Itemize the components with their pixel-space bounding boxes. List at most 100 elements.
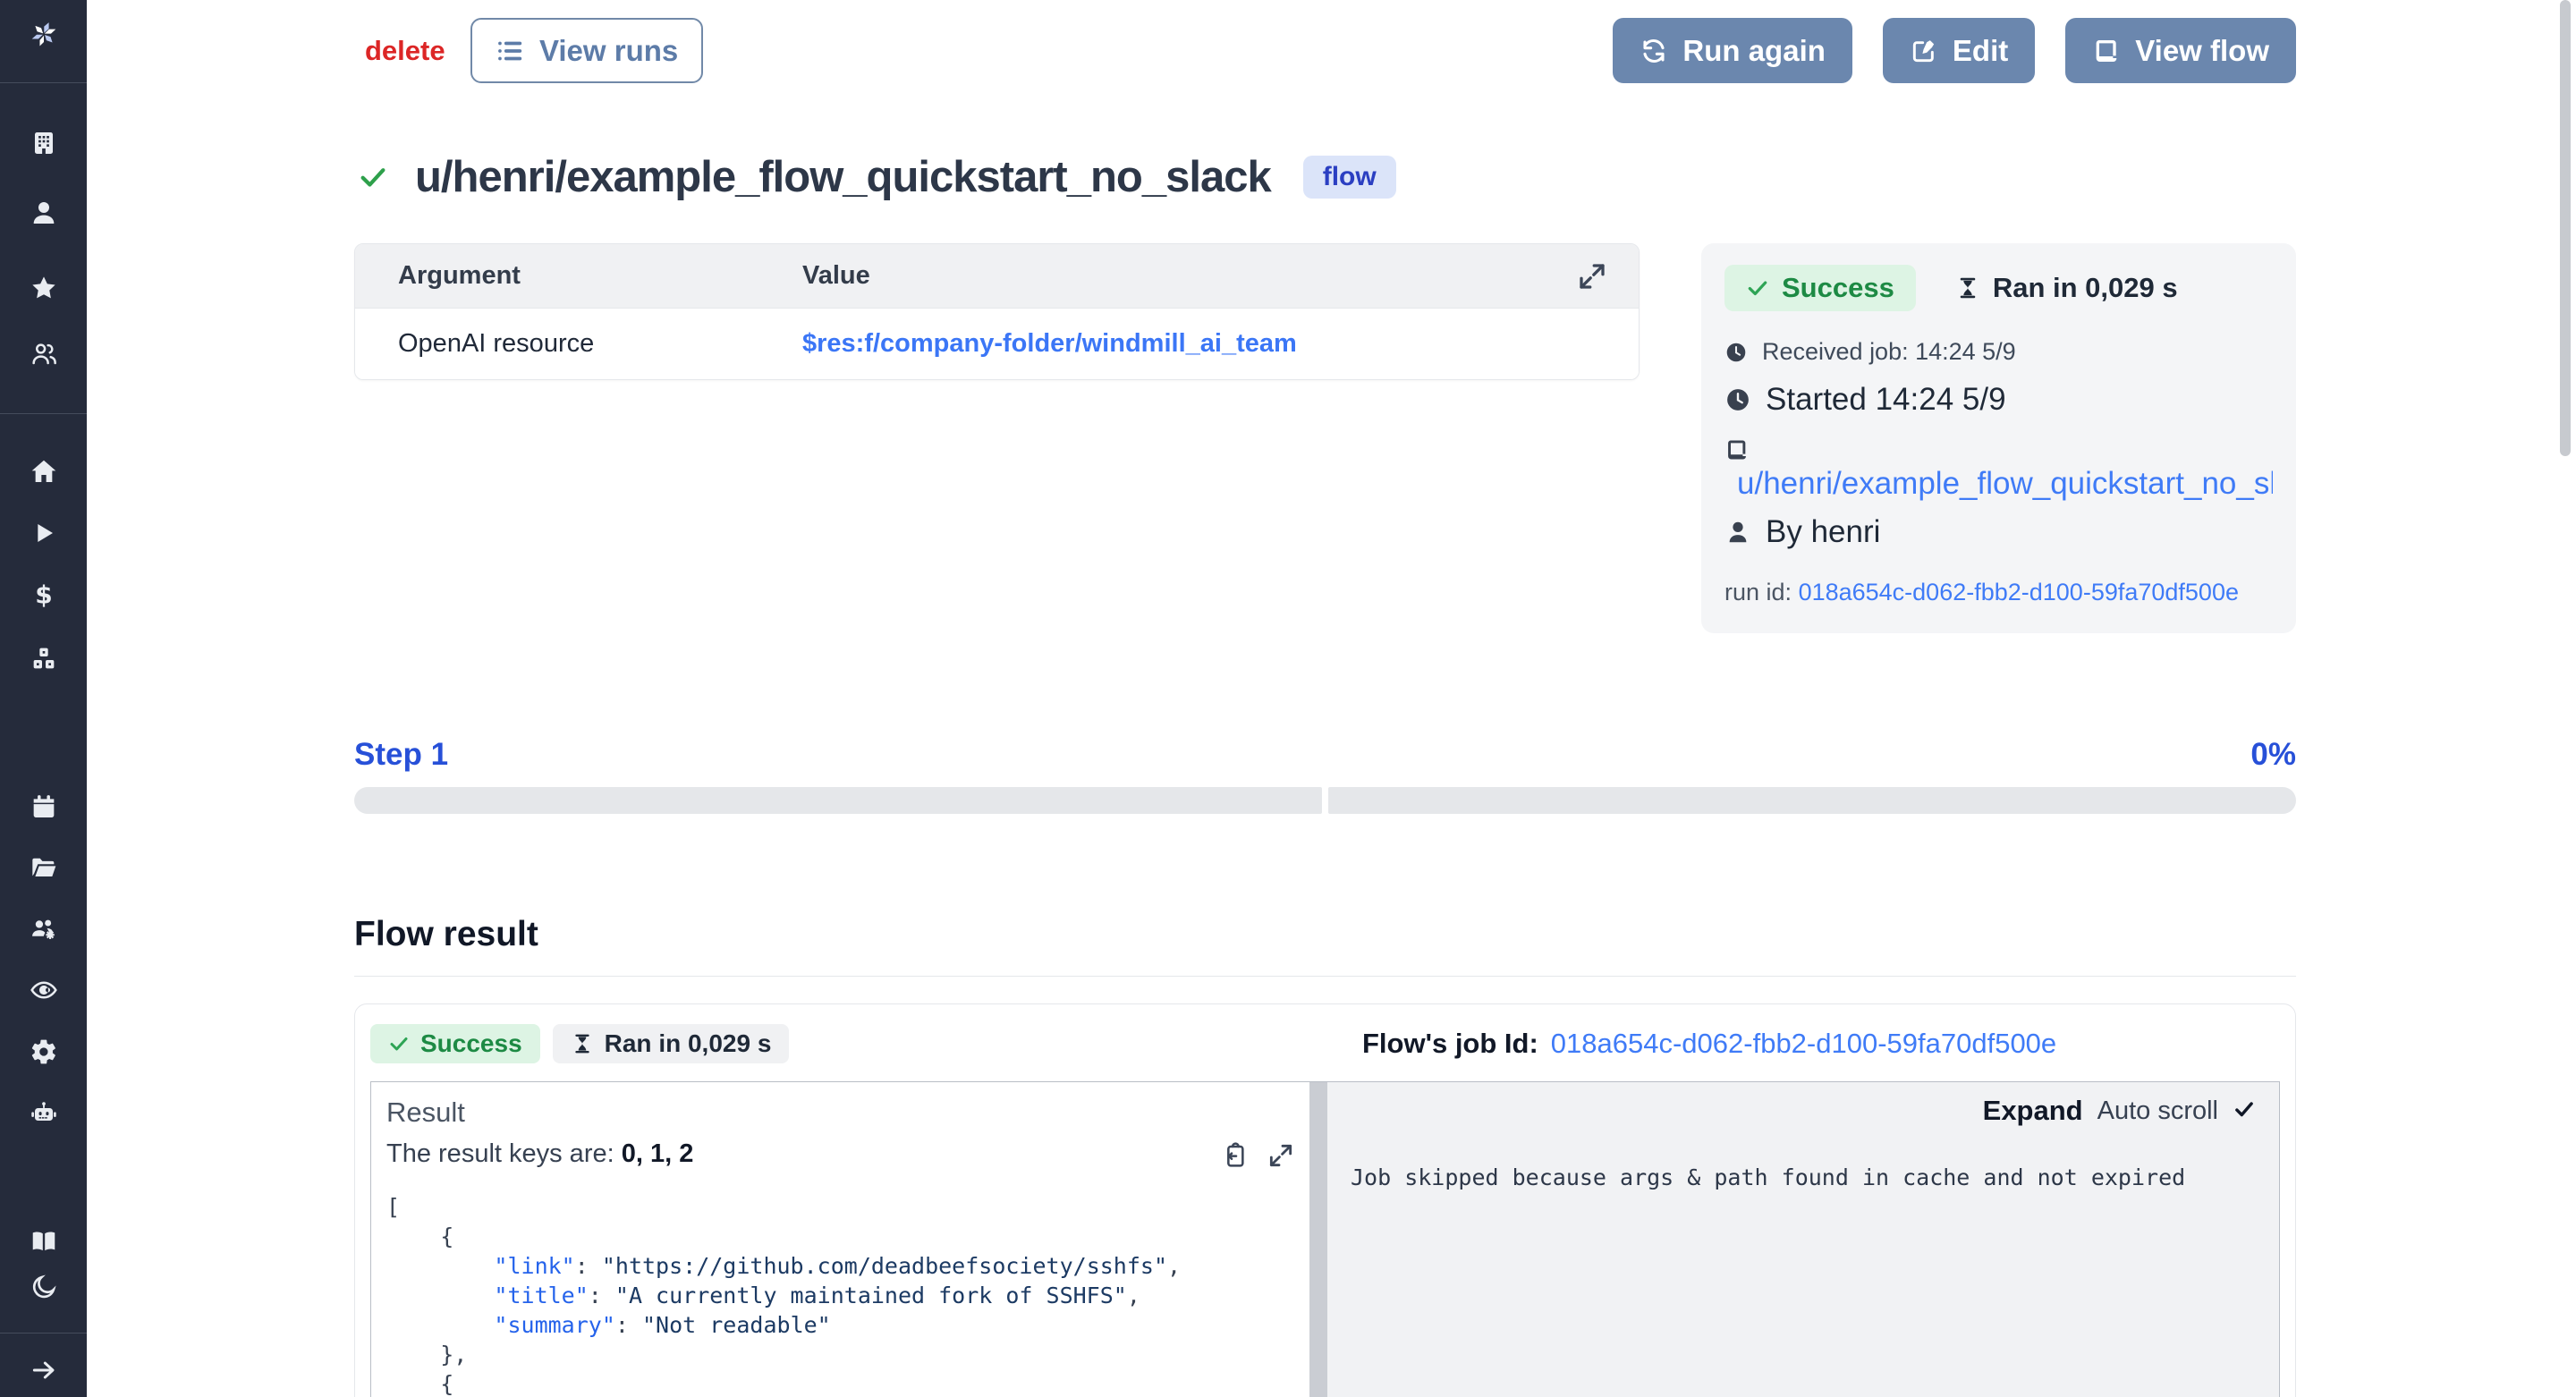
main-content: delete View runs Run again Edit View flo… [354,0,2296,1397]
received-job-label: Received job: 14:24 5/9 [1762,338,2016,366]
home-icon[interactable] [0,457,87,486]
status-badge: Success [370,1024,540,1063]
flow-progress-bar [354,787,2296,814]
step-label[interactable]: Step 1 [354,737,448,773]
edit-button[interactable]: Edit [1883,18,2035,83]
result-scrollbar[interactable] [1309,1082,1327,1397]
page-title: u/henri/example_flow_quickstart_no_slack [415,152,1271,202]
log-expand-button[interactable]: Expand [1983,1095,2083,1127]
clock-icon [1724,341,1748,364]
sidebar: $ [0,0,87,1397]
expand-result-icon[interactable] [1267,1141,1295,1174]
sidebar-divider [0,1333,87,1334]
resources-cubes-icon[interactable] [0,644,87,673]
sidebar-divider [0,82,87,83]
flow-path-link[interactable]: u/henri/example_flow_quickstart_no_slack [1724,466,2273,502]
status-badge: Success [1724,265,1916,311]
arguments-table-header: Argument Value [355,244,1639,309]
favorites-star-icon[interactable] [0,274,87,302]
author-line: By henri [1724,514,2273,550]
argument-name: OpenAI resource [355,329,802,359]
view-flow-button[interactable]: View flow [2065,18,2296,83]
folders-icon[interactable] [0,853,87,882]
status-label: Success [1782,272,1894,304]
run-duration: Ran in 0,029 s [1955,272,2178,304]
column-header-argument: Argument [355,261,802,291]
job-id-link[interactable]: 018a654c-d062-fbb2-d100-59fa70df500e [1551,1028,2056,1060]
clock-icon [1724,386,1751,413]
run-id-link[interactable]: 018a654c-d062-fbb2-d100-59fa70df500e [1799,579,2239,605]
page-scrollbar[interactable] [2560,0,2571,456]
result-label: Result [386,1096,1309,1129]
run-again-label: Run again [1682,34,1826,68]
divider [354,976,2296,977]
flow-scroll-icon [1724,437,2273,462]
log-header: Expand Auto scroll [1351,1095,2256,1127]
content-row: Argument Value OpenAI resource $res:f/co… [354,243,2296,633]
argument-value-link[interactable]: $res:f/company-folder/windmill_ai_team [802,329,1297,359]
author-label: By henri [1766,514,1880,550]
variables-dollar-icon[interactable]: $ [0,581,87,610]
job-id-group: Flow's job Id: 018a654c-d062-fbb2-d100-5… [1362,1028,2056,1060]
windmill-logo-icon[interactable] [0,21,87,49]
result-pane-actions [1220,1141,1295,1174]
flow-scroll-icon [2092,37,2121,65]
ai-robot-icon[interactable] [0,1099,87,1128]
job-id-label: Flow's job Id: [1362,1028,1538,1060]
list-icon [495,36,525,66]
step-percent: 0% [2250,737,2296,773]
result-json: [ { "link": "https://github.com/deadbeef… [386,1192,1309,1397]
hourglass-icon [1955,275,1980,301]
view-runs-label: View runs [539,34,678,68]
view-runs-button[interactable]: View runs [470,18,703,83]
sidebar-divider [0,413,87,414]
run-duration-label: Ran in 0,029 s [1993,272,2178,304]
autoscroll-toggle[interactable]: Auto scroll [2097,1096,2218,1126]
view-flow-label: View flow [2135,34,2269,68]
theme-moon-icon[interactable] [0,1273,87,1301]
expand-table-icon[interactable] [1576,260,1608,292]
audit-eye-icon[interactable] [0,976,87,1004]
members-users-icon[interactable] [0,340,87,368]
result-pane: Result The result keys are: 0, 1, 2 [ { … [371,1082,1309,1397]
column-header-value: Value [802,261,870,291]
svg-text:$: $ [35,581,52,610]
progress-segment [354,787,1322,814]
run-info-card: Success Ran in 0,029 s Received job: 14:… [1701,243,2296,633]
workers-gear-icon[interactable] [0,1037,87,1066]
result-keys-line: The result keys are: 0, 1, 2 [386,1139,1309,1169]
duration-label: Ran in 0,029 s [605,1029,772,1058]
table-row: OpenAI resource $res:f/company-folder/wi… [355,309,1639,379]
run-id-line: run id: 018a654c-d062-fbb2-d100-59fa70df… [1724,579,2273,606]
schedules-calendar-icon[interactable] [0,792,87,821]
copy-clipboard-icon[interactable] [1220,1141,1249,1174]
log-text: Job skipped because args & path found in… [1351,1164,2256,1190]
page: $ [0,0,2576,1397]
edit-pencil-icon [1910,37,1938,65]
success-check-icon [358,162,388,192]
expand-sidebar-arrow-icon[interactable] [0,1356,87,1384]
arguments-table: Argument Value OpenAI resource $res:f/co… [354,243,1640,380]
groups-icon[interactable] [0,915,87,944]
flow-result-heading: Flow result [354,915,2296,954]
status-label: Success [420,1029,522,1058]
user-icon[interactable] [0,199,87,227]
hourglass-icon [571,1032,594,1055]
run-id-label: run id: [1724,579,1792,605]
flow-result-card: Success Ran in 0,029 s Flow's job Id: 01… [354,1003,2296,1397]
run-again-button[interactable]: Run again [1613,18,1852,83]
result-split: Result The result keys are: 0, 1, 2 [ { … [370,1081,2280,1397]
refresh-icon [1640,37,1668,65]
toolbar: delete View runs Run again Edit View flo… [354,0,2296,83]
result-keys-prefix: The result keys are: [386,1139,622,1168]
started-label: Started 14:24 5/9 [1766,382,2006,418]
docs-book-icon[interactable] [0,1227,87,1256]
result-keys: 0, 1, 2 [622,1139,694,1168]
title-row: u/henri/example_flow_quickstart_no_slack… [354,152,2296,202]
autoscroll-check-icon[interactable] [2233,1097,2256,1125]
toolbar-actions: Run again Edit View flow [1613,18,2296,83]
runs-play-icon[interactable] [0,519,87,547]
delete-button[interactable]: delete [365,35,445,67]
workspace-building-icon[interactable] [0,129,87,157]
flow-badge: flow [1303,156,1396,199]
